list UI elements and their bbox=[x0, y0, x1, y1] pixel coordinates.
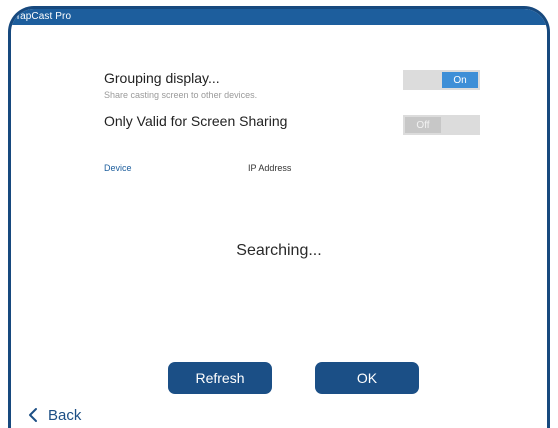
grouping-display-toggle[interactable]: On bbox=[403, 70, 480, 90]
column-header-device: Device bbox=[104, 163, 132, 173]
grouping-toggle-label: On bbox=[442, 72, 478, 88]
screen-sharing-toggle-label: Off bbox=[405, 117, 441, 133]
refresh-button[interactable]: Refresh bbox=[168, 362, 272, 394]
searching-status: Searching... bbox=[236, 242, 322, 259]
chevron-left-icon bbox=[28, 407, 38, 423]
column-header-ip-address: IP Address bbox=[248, 163, 292, 173]
grouping-display-subtitle: Share casting screen to other devices. bbox=[104, 90, 258, 100]
grouping-display-title: Grouping display... bbox=[104, 70, 220, 86]
ok-button[interactable]: OK bbox=[315, 362, 419, 394]
app-title: TapCast Pro bbox=[15, 11, 72, 22]
screen-sharing-toggle[interactable]: Off bbox=[403, 115, 480, 135]
back-button[interactable]: Back bbox=[28, 403, 81, 427]
title-bar: TapCast Pro bbox=[11, 9, 547, 25]
back-label: Back bbox=[48, 406, 82, 424]
screen-sharing-title: Only Valid for Screen Sharing bbox=[104, 113, 288, 129]
